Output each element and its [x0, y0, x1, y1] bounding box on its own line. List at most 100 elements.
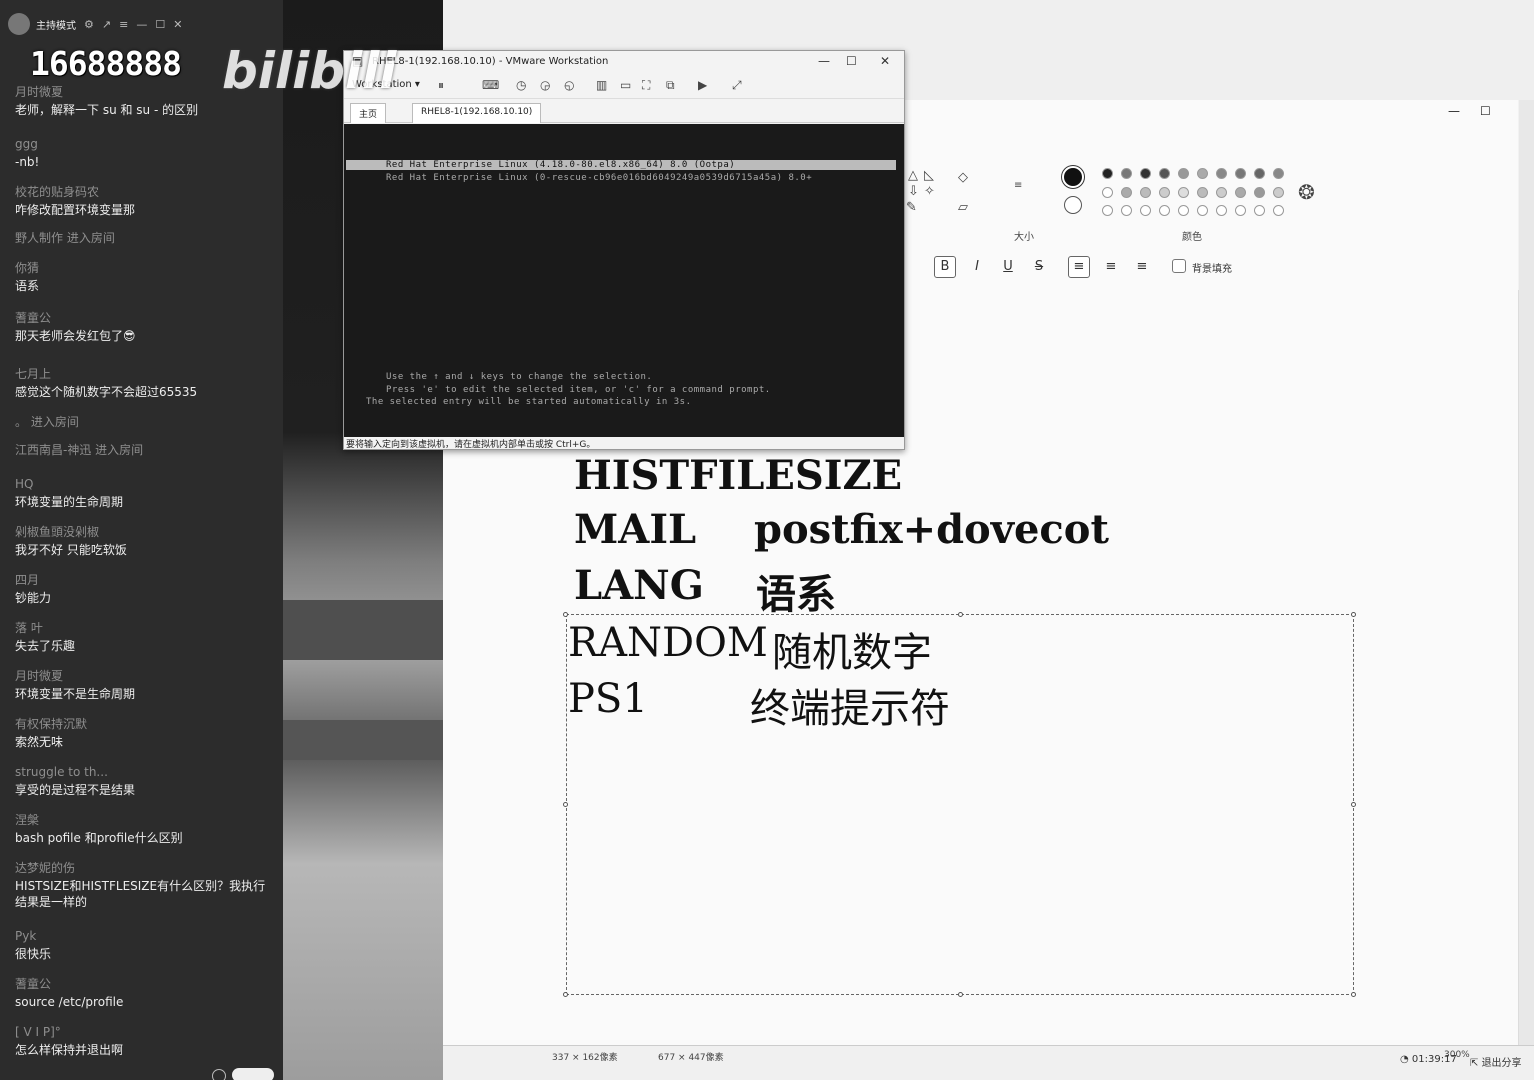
tab-home[interactable]: 主页 — [350, 103, 387, 123]
palette-color-swatch[interactable] — [1235, 205, 1246, 216]
align-left-icon[interactable]: ≡ — [1068, 256, 1090, 278]
palette-color-swatch[interactable] — [1273, 168, 1284, 179]
resize-handle[interactable] — [1351, 992, 1356, 997]
chat-username[interactable]: ggg — [15, 136, 277, 152]
size-icon[interactable]: ≡ — [1014, 180, 1022, 191]
secondary-color-swatch[interactable] — [1064, 196, 1082, 214]
snapshot-manager-icon[interactable]: ◵ — [564, 78, 574, 92]
minimize-icon[interactable]: — — [136, 18, 147, 31]
right-triangle-shape-icon[interactable]: ◺ — [924, 168, 934, 183]
resize-handle[interactable] — [563, 992, 568, 997]
palette-color-swatch[interactable] — [1216, 205, 1227, 216]
palette-color-swatch[interactable] — [1178, 187, 1189, 198]
palette-color-swatch[interactable] — [1102, 205, 1113, 216]
chat-username[interactable]: HQ — [15, 476, 277, 492]
resize-handle[interactable] — [958, 612, 963, 617]
palette-color-swatch[interactable] — [1216, 168, 1227, 179]
library-icon[interactable]: ▥ — [596, 78, 607, 92]
palette-color-swatch[interactable] — [1197, 187, 1208, 198]
resize-handle[interactable] — [1351, 612, 1356, 617]
chat-username[interactable]: 蓍童公 — [15, 976, 277, 992]
stretch-icon[interactable]: ⤢ — [732, 78, 742, 93]
palette-color-swatch[interactable] — [1140, 187, 1151, 198]
palette-color-swatch[interactable] — [1216, 187, 1227, 198]
chat-username[interactable]: 剁椒鱼頭没剁椒 — [15, 524, 277, 540]
resize-handle[interactable] — [1351, 802, 1356, 807]
chat-username[interactable]: 涅槃 — [15, 812, 277, 828]
underline-button[interactable]: U — [997, 256, 1019, 278]
text-selection-box[interactable] — [566, 614, 1354, 995]
chat-username[interactable]: struggle to th... — [15, 764, 277, 780]
chat-username[interactable]: 有权保持沉默 — [15, 716, 277, 732]
italic-button[interactable]: I — [966, 256, 988, 278]
chat-username[interactable]: 你猜 — [15, 260, 277, 276]
palette-color-swatch[interactable] — [1273, 187, 1284, 198]
maximize-icon[interactable]: ☐ — [1480, 104, 1491, 118]
chat-username[interactable]: 校花的贴身码农 — [15, 184, 277, 200]
palette-color-swatch[interactable] — [1102, 168, 1113, 179]
send-keys-icon[interactable]: ⌨ — [482, 78, 499, 92]
thumbnail-icon[interactable]: ▭ — [620, 78, 631, 92]
grub-entry-rescue[interactable]: Red Hat Enterprise Linux (0-rescue-cb96e… — [386, 173, 812, 183]
palette-color-swatch[interactable] — [1235, 168, 1246, 179]
bold-button[interactable]: B — [934, 256, 956, 278]
align-center-icon[interactable]: ≡ — [1100, 256, 1122, 278]
palette-color-swatch[interactable] — [1159, 168, 1170, 179]
palette-color-swatch[interactable] — [1159, 205, 1170, 216]
palette-color-swatch[interactable] — [1197, 168, 1208, 179]
chat-input-pill[interactable] — [232, 1068, 274, 1080]
background-fill-checkbox[interactable] — [1172, 259, 1186, 273]
strikethrough-button[interactable]: S — [1028, 256, 1050, 278]
resize-handle[interactable] — [958, 992, 963, 997]
vm-minimize-icon[interactable]: — — [818, 54, 830, 68]
full-screen-icon[interactable]: ⛶ — [642, 78, 650, 93]
chat-username[interactable]: [ V I P]° — [15, 1024, 277, 1040]
align-right-icon[interactable]: ≡ — [1131, 256, 1153, 278]
vm-console[interactable]: Red Hat Enterprise Linux (4.18.0-80.el8.… — [344, 124, 904, 437]
settings-icon[interactable]: ⚙ — [84, 18, 94, 31]
console-icon[interactable]: ▶ — [698, 78, 707, 92]
chat-username[interactable]: 四月 — [15, 572, 277, 588]
palette-color-swatch[interactable] — [1178, 205, 1189, 216]
resize-handle[interactable] — [563, 612, 568, 617]
popout-icon[interactable]: ↗ — [102, 18, 111, 31]
close-icon[interactable]: ✕ — [173, 18, 182, 31]
outline-icon[interactable]: ◇ — [958, 170, 968, 185]
palette-color-swatch[interactable] — [1254, 187, 1265, 198]
chat-username[interactable]: 落 叶 — [15, 620, 277, 636]
arrow-down-shape-icon[interactable]: ⇩ — [908, 184, 919, 199]
unity-icon[interactable]: ⧉ — [666, 78, 675, 93]
vm-close-icon[interactable]: ✕ — [880, 54, 890, 68]
resize-handle[interactable] — [563, 802, 568, 807]
pause-icon[interactable]: ⏸ — [438, 78, 444, 93]
palette-color-swatch[interactable] — [1102, 187, 1113, 198]
palette-color-swatch[interactable] — [1121, 168, 1132, 179]
triangle-shape-icon[interactable]: △ — [908, 168, 918, 183]
palette-color-swatch[interactable] — [1159, 187, 1170, 198]
palette-color-swatch[interactable] — [1121, 205, 1132, 216]
chat-username[interactable]: 月时微夏 — [15, 668, 277, 684]
restore-icon[interactable]: ☐ — [155, 18, 165, 31]
palette-color-swatch[interactable] — [1254, 168, 1265, 179]
palette-color-swatch[interactable] — [1254, 205, 1265, 216]
emoji-icon[interactable] — [212, 1069, 226, 1080]
vm-maximize-icon[interactable]: ☐ — [846, 54, 857, 68]
tab-rhel8[interactable]: RHEL8-1(192.168.10.10) — [412, 103, 542, 123]
paint-scrollbar[interactable] — [1519, 100, 1534, 1045]
selected-color-swatch[interactable] — [1062, 166, 1084, 188]
menu-icon[interactable]: ≡ — [119, 18, 128, 31]
grub-entry-selected[interactable]: Red Hat Enterprise Linux (4.18.0-80.el8.… — [346, 160, 896, 170]
palette-color-swatch[interactable] — [1178, 168, 1189, 179]
chat-username[interactable]: Pyk — [15, 928, 277, 944]
fill-icon[interactable]: ▱ — [958, 200, 968, 215]
edit-colors-icon[interactable]: ❂ — [1298, 180, 1315, 204]
star-shape-icon[interactable]: ✧ — [924, 184, 935, 199]
palette-color-swatch[interactable] — [1235, 187, 1246, 198]
palette-color-swatch[interactable] — [1121, 187, 1132, 198]
palette-color-swatch[interactable] — [1140, 168, 1151, 179]
pen-icon[interactable]: ✎ — [906, 200, 917, 215]
minimize-icon[interactable]: — — [1448, 104, 1460, 118]
palette-color-swatch[interactable] — [1197, 205, 1208, 216]
snapshot-icon[interactable]: ◷ — [516, 78, 526, 92]
stop-share-button[interactable]: ⇱ 退出分享 — [1470, 1054, 1522, 1069]
